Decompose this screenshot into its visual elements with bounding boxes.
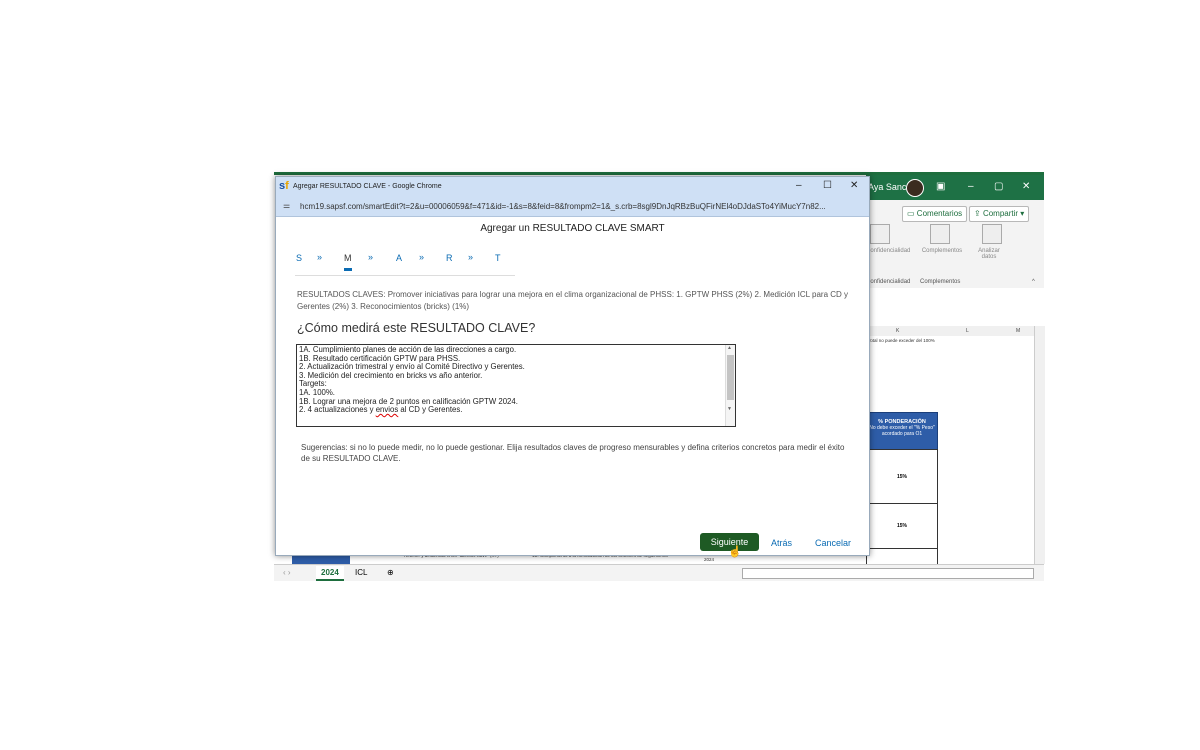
analyze-data-label: Analizar datos xyxy=(978,248,1000,260)
addins-label: Complementos xyxy=(921,248,963,254)
dialog-content: Agregar un RESULTADO CLAVE SMART S » M »… xyxy=(276,217,869,555)
formula-bar[interactable] xyxy=(866,288,1044,327)
sheet-tab-icl[interactable]: ICL xyxy=(350,566,372,579)
share-button[interactable]: ⇪ Compartir ▾ xyxy=(969,206,1030,222)
site-info-icon[interactable]: ⚌ xyxy=(283,201,290,210)
addins-button[interactable]: Complementos xyxy=(916,248,968,254)
maximize-icon[interactable]: ☐ xyxy=(823,180,832,191)
share-icon: ⇪ xyxy=(974,209,981,218)
analyze-data-icon[interactable] xyxy=(982,224,1002,244)
cancel-button[interactable]: Cancelar xyxy=(815,538,851,548)
hand-cursor-icon: ☝ xyxy=(728,546,742,558)
textarea-text: 2. 4 actualizaciones y xyxy=(299,405,376,415)
row-text: 2024 xyxy=(704,557,715,562)
sensitivity-icon[interactable] xyxy=(870,224,890,244)
sheet-nav-icon[interactable]: ‹ › xyxy=(278,566,296,579)
close-icon[interactable]: ✕ xyxy=(1022,181,1030,192)
sheet-tab-bar: ‹ › 2024 ICL ⊕ xyxy=(274,564,1044,581)
step-s[interactable]: S xyxy=(296,253,302,263)
scroll-down-icon[interactable]: ▼ xyxy=(727,406,732,412)
vertical-scrollbar[interactable] xyxy=(1034,326,1045,564)
successfactors-logo-icon: sf xyxy=(279,180,289,192)
addins-icon[interactable] xyxy=(930,224,950,244)
spreadsheet-grid[interactable]: Total no puede exceder del 100% % PONDER… xyxy=(866,336,1034,566)
measure-textarea[interactable]: 1A. Cumplimiento planes de acción de las… xyxy=(296,344,736,427)
avatar[interactable] xyxy=(906,179,924,197)
sensitivity-button[interactable]: Confidencialidad xyxy=(866,248,910,254)
textarea-content: 1A. Cumplimiento planes de acción de las… xyxy=(299,345,525,415)
comments-label: Comentarios xyxy=(916,209,963,218)
chevron-right-icon: » xyxy=(317,252,323,262)
column-header-k[interactable]: K xyxy=(896,328,899,334)
back-button[interactable]: Atrás xyxy=(771,538,792,548)
chrome-popup-window: sf Agregar RESULTADO CLAVE - Google Chro… xyxy=(275,176,870,556)
column-header-l[interactable]: L xyxy=(966,328,969,334)
sheet-tab-2024[interactable]: 2024 xyxy=(316,566,344,581)
textarea-line: 2. 4 actualizaciones y envios al CD y Ge… xyxy=(299,405,525,415)
analyze-data-button[interactable]: Analizar datos xyxy=(974,248,1004,260)
active-step-indicator xyxy=(344,268,352,271)
group-label-confidencialidad: Confidencialidad xyxy=(866,279,911,285)
chevron-right-icon: » xyxy=(468,252,474,262)
key-result-description: RESULTADOS CLAVES: Promover iniciativas … xyxy=(297,290,849,311)
window-title: Agregar RESULTADO CLAVE - Google Chrome xyxy=(293,183,442,190)
url-text[interactable]: hcm19.sapsf.com/smartEdit?t=2&u=00006059… xyxy=(300,202,860,211)
minimize-icon[interactable]: – xyxy=(968,181,974,192)
column-header-m[interactable]: M xyxy=(1016,328,1020,334)
share-label: Compartir xyxy=(982,209,1019,218)
measure-question: ¿Cómo medirá este RESULTADO CLAVE? xyxy=(297,321,536,335)
step-t[interactable]: T xyxy=(495,253,501,263)
ponderacion-sub: No debe exceder el "% Peso" acordado par… xyxy=(869,425,935,437)
address-bar[interactable]: ⚌ hcm19.sapsf.com/smartEdit?t=2&u=000060… xyxy=(276,197,869,217)
cell-note: Total no puede exceder del 100% xyxy=(868,338,935,343)
collapse-ribbon-icon[interactable]: ^ xyxy=(1032,279,1035,285)
excel-titlebar: Aya Sanchez ▣ – ▢ ✕ xyxy=(866,175,1044,200)
sensitivity-label: Confidencialidad xyxy=(866,248,911,254)
horizontal-scrollbar[interactable] xyxy=(742,568,1034,579)
group-label-complementos: Complementos xyxy=(920,279,961,285)
add-sheet-icon[interactable]: ⊕ xyxy=(382,566,399,579)
hint-text: Sugerencias: si no lo puede medir, no lo… xyxy=(301,443,845,463)
close-icon[interactable]: ✕ xyxy=(850,180,858,191)
table-cell[interactable]: 15% xyxy=(866,449,938,505)
step-a[interactable]: A xyxy=(396,253,402,263)
table-cell[interactable]: 15% xyxy=(866,503,938,550)
misspelled-word: envios xyxy=(375,405,399,415)
scrollbar-thumb[interactable] xyxy=(727,355,734,400)
minimize-icon[interactable]: – xyxy=(796,180,802,191)
comment-icon: ▭ xyxy=(907,209,915,218)
dialog-title: Agregar un RESULTADO CLAVE SMART xyxy=(480,223,665,234)
chevron-right-icon: » xyxy=(368,252,374,262)
step-m[interactable]: M xyxy=(344,253,352,263)
restore-icon[interactable]: ▢ xyxy=(994,181,1003,192)
scroll-up-icon[interactable]: ▲ xyxy=(727,345,732,351)
textarea-text: al CD y Gerentes. xyxy=(398,405,463,415)
excel-ribbon: ▭ Comentarios ⇪ Compartir ▾ Confidencial… xyxy=(866,200,1044,289)
textarea-line: 3. Medición del crecimiento en bricks vs… xyxy=(299,370,483,380)
smart-stepper: S » M » A » R » T xyxy=(295,251,515,276)
ribbon-display-icon[interactable]: ▣ xyxy=(936,181,945,192)
textarea-scrollbar[interactable]: ▲ ▼ xyxy=(725,345,735,426)
comments-button[interactable]: ▭ Comentarios xyxy=(902,206,968,222)
step-r[interactable]: R xyxy=(446,253,453,263)
chevron-right-icon: » xyxy=(419,252,425,262)
window-titlebar: sf Agregar RESULTADO CLAVE - Google Chro… xyxy=(276,177,869,197)
